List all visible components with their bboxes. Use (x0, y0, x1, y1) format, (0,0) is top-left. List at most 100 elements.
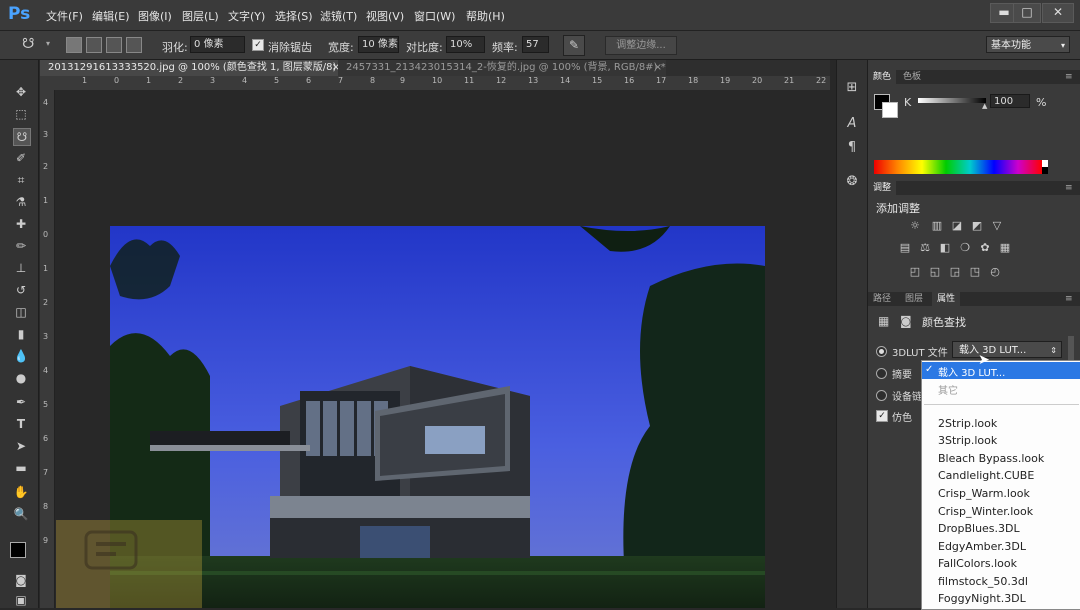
dropdown-item[interactable]: 2Strip.look (938, 417, 997, 430)
threshold-icon[interactable]: ◲ (948, 266, 962, 278)
gradient-tool-icon[interactable]: ▮ (13, 326, 29, 342)
abstract-radio[interactable] (876, 368, 887, 379)
history-brush-tool-icon[interactable]: ↺ (13, 282, 29, 298)
dropdown-item[interactable]: FallColors.look (938, 557, 1017, 570)
white-swatch[interactable] (1042, 160, 1048, 167)
history-panel-icon[interactable]: ⊞ (844, 80, 860, 96)
dropdown-item[interactable]: FoggyNight.3DL (938, 592, 1026, 605)
close-button[interactable]: ✕ (1042, 3, 1074, 23)
slider-thumb-icon[interactable]: ▲ (982, 102, 987, 110)
intersect-selection-icon[interactable] (126, 37, 142, 53)
vertical-ruler[interactable]: 4 3 2 1 0 1 2 3 4 5 6 7 8 9 (40, 90, 55, 608)
rectangle-tool-icon[interactable]: ▬ (13, 460, 29, 476)
3dlut-radio[interactable] (876, 346, 887, 357)
screen-mode-icon[interactable]: ▣ (13, 592, 29, 608)
panel-menu-icon[interactable]: ≡ (1060, 70, 1078, 84)
marquee-tool-icon[interactable]: ⬚ (13, 106, 29, 122)
dodge-tool-icon[interactable]: ● (13, 370, 29, 386)
dropdown-item[interactable]: EdgyAmber.3DL (938, 540, 1026, 553)
menu-edit[interactable]: 编辑(E) (92, 8, 130, 24)
photo-filter-icon[interactable]: ❍ (958, 242, 972, 254)
maximize-button[interactable]: □ (1013, 3, 1041, 23)
dropdown-item[interactable]: filmstock_50.3dl (938, 575, 1028, 588)
black-white-icon[interactable]: ◧ (938, 242, 952, 254)
vibrance-icon[interactable]: ▽ (990, 220, 1004, 232)
menu-select[interactable]: 选择(S) (275, 8, 313, 24)
subtract-selection-icon[interactable] (106, 37, 122, 53)
dropdown-item[interactable]: Crisp_Warm.look (938, 487, 1030, 500)
new-selection-icon[interactable] (66, 37, 82, 53)
invert-icon[interactable]: ◰ (908, 266, 922, 278)
device-link-radio[interactable] (876, 390, 887, 401)
posterize-icon[interactable]: ◱ (928, 266, 942, 278)
menu-file[interactable]: 文件(F) (46, 8, 83, 24)
tab-paths[interactable]: 路径 (868, 292, 896, 306)
frequency-input[interactable]: 57 (522, 36, 549, 53)
zoom-tool-icon[interactable]: 🔍 (13, 506, 29, 522)
document-image[interactable] (110, 226, 765, 608)
add-selection-icon[interactable] (86, 37, 102, 53)
tab-swatches[interactable]: 色板 (898, 70, 926, 84)
brush-tool-icon[interactable]: ✏ (13, 238, 29, 254)
3dlut-select[interactable]: 载入 3D LUT... ⇕ (952, 341, 1062, 358)
gradient-map-icon[interactable]: ◴ (988, 266, 1002, 278)
quick-select-tool-icon[interactable]: ✐ (13, 150, 29, 166)
crop-tool-icon[interactable]: ⌗ (13, 172, 29, 188)
eraser-tool-icon[interactable]: ◫ (13, 304, 29, 320)
tab-close-icon[interactable]: × (654, 60, 662, 76)
dropdown-item[interactable]: Bleach Bypass.look (938, 452, 1044, 465)
tab-layers[interactable]: 图层 (900, 292, 928, 306)
menu-type[interactable]: 文字(Y) (228, 8, 265, 24)
tab-adjustments[interactable]: 调整 (868, 181, 897, 195)
dropdown-item[interactable]: 3Strip.look (938, 434, 997, 447)
path-select-tool-icon[interactable]: ➤ (13, 438, 29, 454)
menu-layer[interactable]: 图层(L) (182, 8, 219, 24)
curves-icon[interactable]: ◪ (950, 220, 964, 232)
background-color-swatch[interactable] (882, 102, 898, 118)
panel-menu-icon[interactable]: ≡ (1060, 292, 1078, 306)
pen-tool-icon[interactable]: ✒ (13, 394, 29, 410)
k-value-input[interactable]: 100 (990, 94, 1030, 108)
color-spectrum-bar[interactable] (874, 160, 1042, 174)
foreground-color-swatch[interactable] (10, 542, 26, 558)
dropdown-item[interactable]: DropBlues.3DL (938, 522, 1020, 535)
exposure-icon[interactable]: ◩ (970, 220, 984, 232)
horizontal-ruler[interactable]: 1 0 1 2 3 4 5 6 7 8 9 10 11 12 13 14 15 … (56, 76, 830, 91)
contrast-input[interactable]: 10% (446, 36, 485, 53)
dropdown-item[interactable]: Candlelight.CUBE (938, 469, 1034, 482)
width-input[interactable]: 10 像素 (358, 36, 399, 53)
move-tool-icon[interactable]: ✥ (13, 84, 29, 100)
hand-tool-icon[interactable]: ✋ (13, 484, 29, 500)
quick-mask-icon[interactable]: ◙ (13, 572, 29, 588)
tab-properties[interactable]: 属性 (932, 292, 961, 306)
dropdown-item[interactable]: Crisp_Winter.look (938, 505, 1033, 518)
clone-stamp-tool-icon[interactable]: ⊥ (13, 260, 29, 276)
color-lookup-icon[interactable]: ▦ (998, 242, 1012, 254)
tab-document-2[interactable]: 2457331_213423015314_2-恢复的.jpg @ 100% (背… (338, 60, 666, 76)
eyedropper-tool-icon[interactable]: ⚗ (13, 194, 29, 210)
menu-help[interactable]: 帮助(H) (466, 8, 505, 24)
panel-menu-icon[interactable]: ≡ (1060, 181, 1078, 195)
lasso-tool-icon[interactable]: ☋ (22, 36, 34, 52)
brightness-icon[interactable]: ☼ (908, 220, 922, 232)
lasso-tool-icon[interactable]: ☋ (13, 128, 31, 146)
k-slider[interactable] (918, 98, 986, 103)
refine-edge-button[interactable]: 调整边缘... (605, 36, 677, 55)
menu-view[interactable]: 视图(V) (366, 8, 404, 24)
blur-tool-icon[interactable]: 💧 (13, 348, 29, 364)
feather-input[interactable]: 0 像素 (190, 36, 245, 53)
tab-color[interactable]: 颜色 (868, 70, 897, 84)
menu-filter[interactable]: 滤镜(T) (320, 8, 357, 24)
black-swatch[interactable] (1042, 167, 1048, 174)
menu-window[interactable]: 窗口(W) (414, 8, 455, 24)
menu-image[interactable]: 图像(I) (138, 8, 172, 24)
pen-pressure-icon[interactable]: ✎ (563, 35, 585, 56)
channel-mixer-icon[interactable]: ✿ (978, 242, 992, 254)
workspace-select[interactable]: 基本功能 ▾ (986, 36, 1070, 53)
paragraph-panel-icon[interactable]: ¶ (844, 140, 860, 156)
character-panel-icon[interactable]: A (844, 116, 860, 132)
healing-brush-tool-icon[interactable]: ✚ (13, 216, 29, 232)
canvas-area[interactable] (56, 90, 830, 608)
dropdown-item-load-3dlut[interactable]: ✓ 载入 3D LUT... (922, 362, 1080, 379)
tab-document-1[interactable]: 20131291613333520.jpg @ 100% (颜色查找 1, 图层… (40, 60, 344, 89)
